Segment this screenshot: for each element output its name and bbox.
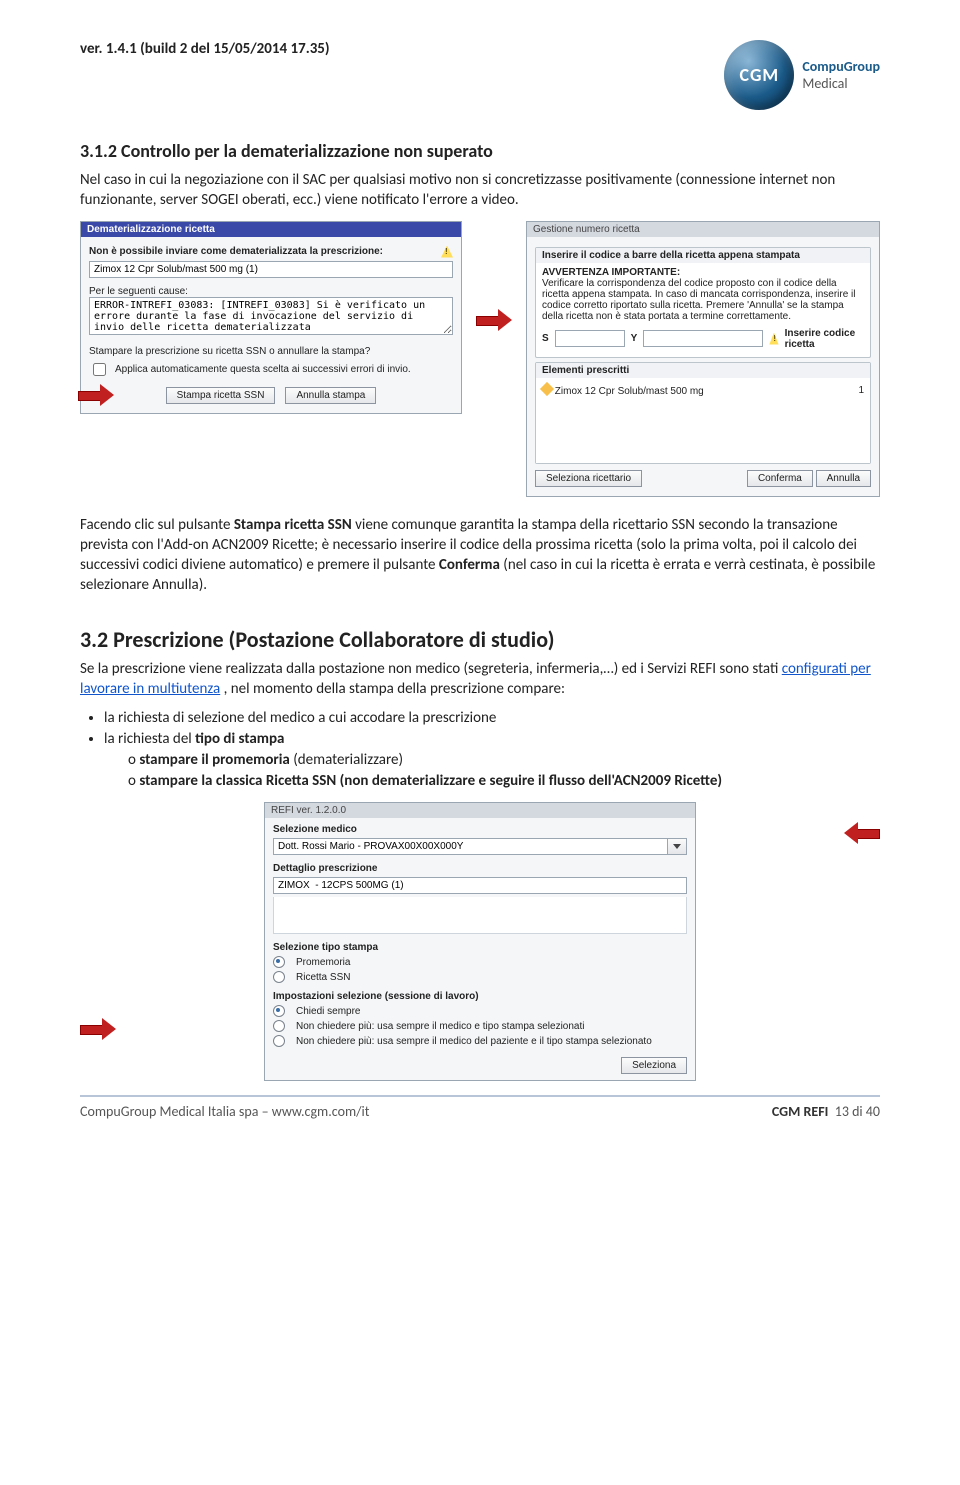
- brand-top: CompuGroup: [802, 58, 880, 75]
- section-3-2-intro: Se la prescrizione viene realizzata dall…: [80, 659, 880, 700]
- code-s-input[interactable]: [555, 330, 625, 347]
- section-3-2-title: 3.2 Prescrizione (Postazione Collaborato…: [80, 626, 880, 653]
- warning-icon: [441, 246, 453, 258]
- page-footer: CompuGroup Medical Italia spa – www.cgm.…: [80, 1095, 880, 1120]
- bullet-2: la richiesta del tipo di stampa stampare…: [104, 730, 880, 790]
- inserire-codice-msg: Inserire codice ricetta: [785, 328, 864, 350]
- red-arrow-left-icon: [844, 826, 880, 842]
- radio-non-chiedere-2[interactable]: [273, 1035, 285, 1047]
- dialog-demat-error: Dematerializzazione ricetta Non è possib…: [80, 221, 462, 414]
- bullet-list: la richiesta di selezione del medico a c…: [104, 709, 880, 790]
- dialog-gestione-numero: Gestione numero ricetta Inserire il codi…: [526, 221, 880, 497]
- dettaglio-label: Dettaglio prescrizione: [273, 863, 377, 874]
- barcode-group-header: Inserire il codice a barre della ricetta…: [536, 248, 870, 263]
- section-3-1-2-paragraph: Nel caso in cui la negoziazione con il S…: [80, 170, 880, 211]
- y-label: Y: [631, 333, 638, 344]
- elementi-group-header: Elementi prescritti: [536, 363, 870, 378]
- version-line: ver. 1.4.1 (build 2 del 15/05/2014 17.35…: [80, 40, 330, 58]
- cause-textarea[interactable]: ERROR-INTREFI_03083: [INTREFI_03083] Si …: [89, 297, 453, 335]
- avvertenza-header: AVVERTENZA IMPORTANTE:: [542, 267, 864, 278]
- red-arrow-icon: [78, 388, 114, 404]
- annulla-stampa-button[interactable]: Annulla stampa: [285, 387, 376, 404]
- screenshot-row: Dematerializzazione ricetta Non è possib…: [80, 221, 880, 497]
- medico-dropdown[interactable]: [273, 838, 668, 855]
- seleziona-ricettario-button[interactable]: Seleziona ricettario: [535, 470, 642, 487]
- radio-promemoria[interactable]: [273, 956, 285, 968]
- red-arrow-icon: [80, 1022, 116, 1038]
- dialog-c-title: REFI ver. 1.2.0.0: [265, 803, 695, 818]
- radio-non-chiedere-1[interactable]: [273, 1020, 285, 1032]
- sub-bullet-1: stampare il promemoria (dematerializzare…: [128, 751, 880, 769]
- chevron-down-icon[interactable]: [668, 838, 687, 855]
- impostazioni-label: Impostazioni selezione (sessione di lavo…: [273, 991, 687, 1002]
- footer-product: CGM REFI: [772, 1103, 829, 1120]
- warning-icon: [769, 333, 778, 345]
- red-arrow-icon: [476, 313, 512, 329]
- dialog-b-title: Gestione numero ricetta: [527, 222, 879, 237]
- s-label: S: [542, 333, 549, 344]
- prescribed-item: Zimox 12 Cpr Solub/mast 500 mg: [555, 386, 704, 397]
- print-question: Stampare la prescrizione su ricetta SSN …: [89, 346, 453, 357]
- avvertenza-body: Verificare la corrispondenza del codice …: [542, 278, 864, 322]
- radio-chiedi-sempre[interactable]: [273, 1005, 285, 1017]
- conferma-button[interactable]: Conferma: [747, 470, 813, 487]
- pencil-icon: [540, 381, 554, 395]
- section-3-1-2-title: 3.1.2 Controllo per la dematerializzazio…: [80, 140, 880, 162]
- dettaglio-field[interactable]: [273, 877, 687, 894]
- footer-left: CompuGroup Medical Italia spa – www.cgm.…: [80, 1103, 369, 1120]
- auto-apply-checkbox[interactable]: [93, 363, 106, 376]
- stampa-ricetta-ssn-button[interactable]: Stampa ricetta SSN: [166, 387, 276, 404]
- tipo-stampa-label: Selezione tipo stampa: [273, 942, 378, 953]
- dialog-a-title: Dematerializzazione ricetta: [81, 222, 461, 237]
- page-header: ver. 1.4.1 (build 2 del 15/05/2014 17.35…: [80, 40, 880, 110]
- dialog-a-message: Non è possibile inviare come demateriali…: [89, 246, 383, 257]
- bullet-1: la richiesta di selezione del medico a c…: [104, 709, 880, 727]
- annulla-button[interactable]: Annulla: [816, 470, 871, 487]
- prescription-field[interactable]: [89, 261, 453, 278]
- footer-page-number: 13 di 40: [835, 1103, 880, 1120]
- dialog-refi-selection: REFI ver. 1.2.0.0 Selezione medico Detta…: [264, 802, 696, 1081]
- seleziona-button[interactable]: Seleziona: [621, 1057, 687, 1074]
- sub-bullet-2: stampare la classica Ricetta SSN (non de…: [128, 772, 880, 790]
- code-y-input[interactable]: [643, 330, 763, 347]
- radio-ricetta-ssn[interactable]: [273, 971, 285, 983]
- cgm-logo-icon: CGM: [724, 40, 794, 110]
- auto-apply-label: Applica automaticamente questa scelta ai…: [115, 364, 411, 375]
- cause-label: Per le seguenti cause:: [89, 286, 453, 297]
- prescribed-qty: 1: [858, 385, 864, 396]
- brand-sub: Medical: [802, 75, 880, 92]
- brand-block: CGM CompuGroup Medical: [724, 40, 880, 110]
- selezione-medico-label: Selezione medico: [273, 824, 357, 835]
- after-shots-paragraph: Facendo clic sul pulsante Stampa ricetta…: [80, 515, 880, 596]
